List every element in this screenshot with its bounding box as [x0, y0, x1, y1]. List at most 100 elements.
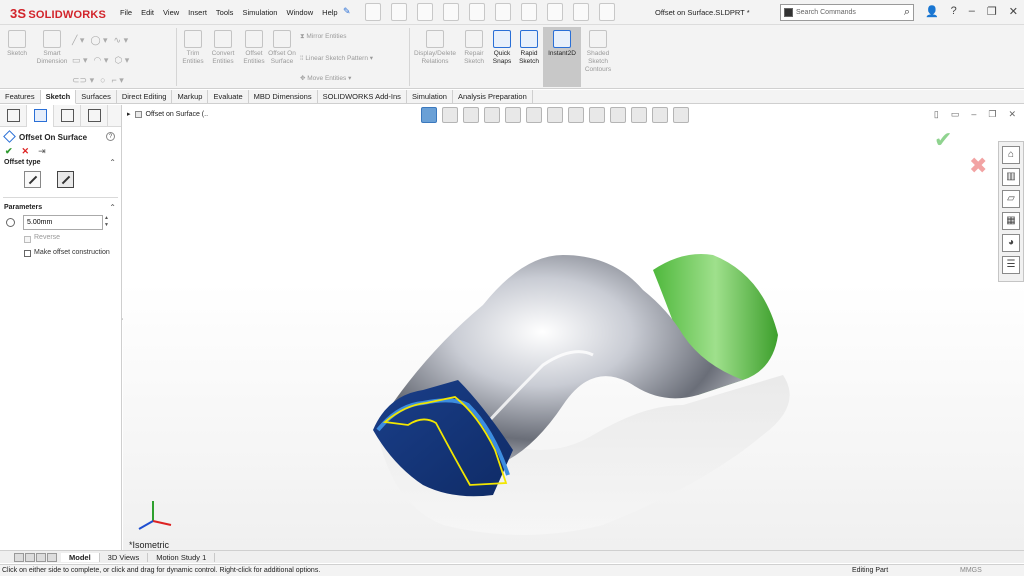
repair-sketch-button[interactable]: Repair Sketch — [461, 30, 487, 66]
tab-sketch[interactable]: Sketch — [40, 90, 77, 104]
spinner-icon[interactable]: ▲ ▼ — [104, 215, 109, 229]
options-gear-icon[interactable] — [599, 3, 615, 21]
menu-edit[interactable]: Edit — [141, 8, 154, 17]
tab-3d-views[interactable]: 3D Views — [100, 552, 149, 562]
polygon-icon[interactable]: ⬡ ▾ — [114, 55, 129, 66]
configuration-manager-tab[interactable] — [54, 105, 81, 127]
home-icon[interactable] — [365, 3, 381, 21]
rectangle-icon[interactable]: ▭ ▾ — [72, 55, 88, 66]
move-entities-button[interactable]: ✥ Move Entities ▾ — [300, 74, 351, 82]
offset-distance-input[interactable] — [23, 215, 103, 230]
custom-properties-icon[interactable]: ☰ — [1002, 256, 1020, 274]
undo-icon[interactable] — [495, 3, 511, 21]
menu-insert[interactable]: Insert — [188, 8, 207, 17]
arc-icon[interactable]: ◠ ▾ — [94, 55, 109, 66]
cancel-button[interactable]: ✕ — [22, 146, 30, 156]
close-icon[interactable]: ✕ — [1009, 5, 1018, 18]
design-library-icon[interactable]: ▥ — [1002, 168, 1020, 186]
next-tab-icon[interactable] — [36, 552, 46, 562]
view-palette-icon[interactable]: ▦ — [1002, 212, 1020, 230]
trim-entities-button[interactable]: Trim Entities — [179, 30, 207, 66]
minimize-icon[interactable]: – — [969, 5, 975, 18]
line-icon[interactable]: ╱ ▾ — [72, 35, 84, 46]
smart-dimension-button[interactable]: Smart Dimension — [34, 30, 70, 66]
collapse-icon[interactable]: ⌃ — [109, 158, 116, 167]
shaded-sketch-contours-button[interactable]: Shaded Sketch Contours — [582, 30, 614, 74]
rebuild-icon[interactable] — [547, 3, 563, 21]
restore-icon[interactable]: ❐ — [987, 5, 997, 18]
help-icon[interactable]: ? — [106, 132, 115, 141]
offset-on-surface-button[interactable]: Offset On Surface — [268, 30, 296, 66]
last-tab-icon[interactable] — [47, 552, 57, 562]
print-icon[interactable] — [469, 3, 485, 21]
prev-tab-icon[interactable] — [25, 552, 35, 562]
linear-sketch-pattern-button[interactable]: ⁞⁞ Linear Sketch Pattern ▾ — [300, 54, 373, 62]
property-manager-tab[interactable] — [27, 105, 54, 127]
file-explorer-icon[interactable]: ▱ — [1002, 190, 1020, 208]
centerline-icon[interactable]: ⌐ ▾ — [112, 75, 124, 86]
mirror-entities-button[interactable]: ⧗ Mirror Entities — [300, 33, 346, 41]
tab-solidworks-add-ins[interactable]: SOLIDWORKS Add-Ins — [318, 90, 407, 104]
display-delete-relations-button[interactable]: Display/Delete Relations — [412, 30, 458, 66]
tab-markup[interactable]: Markup — [172, 90, 209, 104]
menu-file[interactable]: File — [120, 8, 132, 17]
rapid-sketch-button[interactable]: Rapid Sketch — [516, 30, 542, 66]
reverse-checkbox-row[interactable]: Reverse — [0, 234, 121, 248]
offset-entities-button[interactable]: Offset Entities — [240, 30, 268, 66]
menu-view[interactable]: View — [163, 8, 179, 17]
spline-icon[interactable]: ∿ ▾ — [114, 35, 129, 46]
pin-menu-icon[interactable]: ✎ — [343, 6, 351, 17]
euclidean-offset-button[interactable] — [57, 171, 74, 188]
graphics-area[interactable]: ▸ Offset on Surface (.. ▯ ▭ – ❐ ✕ ✔ ✖ *I… — [123, 105, 1024, 550]
construction-checkbox-row[interactable]: Make offset construction — [0, 248, 121, 268]
tab-analysis-preparation[interactable]: Analysis Preparation — [453, 90, 533, 104]
menu-window[interactable]: Window — [286, 8, 313, 17]
reverse-checkbox[interactable] — [24, 236, 31, 243]
collapse-icon[interactable]: ⌃ — [109, 203, 116, 212]
select-icon[interactable] — [521, 3, 537, 21]
pushpin-icon[interactable]: ⇥ — [38, 146, 46, 156]
instant2d-button[interactable]: Instant2D — [543, 27, 581, 87]
point-icon[interactable]: ○ — [100, 75, 105, 85]
search-icon[interactable]: ⌕ — [904, 6, 910, 19]
open-icon[interactable] — [417, 3, 433, 21]
circle-icon[interactable]: ◯ ▾ — [90, 35, 107, 46]
tab-model[interactable]: Model — [61, 552, 100, 562]
file-properties-icon[interactable] — [573, 3, 589, 21]
tab-direct-editing[interactable]: Direct Editing — [117, 90, 173, 104]
save-icon[interactable] — [443, 3, 459, 21]
dimxpert-manager-tab[interactable] — [81, 105, 108, 127]
user-icon[interactable]: 👤 — [925, 5, 939, 18]
solidworks-logo[interactable]: 3S SOLIDWORKS — [10, 6, 106, 21]
tab-simulation[interactable]: Simulation — [407, 90, 453, 104]
ok-button[interactable]: ✔ — [5, 146, 13, 156]
tab-features[interactable]: Features — [0, 90, 41, 104]
menu-tools[interactable]: Tools — [216, 8, 234, 17]
convert-entities-button[interactable]: Convert Entities — [207, 30, 239, 66]
search-commands[interactable]: Search Commands ⌕ — [780, 4, 914, 21]
first-tab-icon[interactable] — [14, 552, 24, 562]
menu-help[interactable]: Help — [322, 8, 337, 17]
sketch-button[interactable]: Sketch — [4, 30, 30, 58]
search-input[interactable]: Search Commands — [796, 9, 856, 16]
tab-evaluate[interactable]: Evaluate — [208, 90, 249, 104]
command-manager-ribbon: Sketch Smart Dimension ╱ ▾ ◯ ▾ ∿ ▾ ▭ ▾ ◠ ▾ ⬡… — [0, 25, 1024, 89]
construction-checkbox[interactable] — [24, 250, 31, 257]
appearances-icon[interactable]: ◕ — [1002, 234, 1020, 252]
geodesic-offset-button[interactable] — [24, 171, 41, 188]
model-3d[interactable] — [123, 105, 1024, 550]
new-document-icon[interactable] — [391, 3, 407, 21]
tab-surfaces[interactable]: Surfaces — [76, 90, 117, 104]
feature-manager-tab[interactable] — [0, 105, 27, 127]
search-type-icon[interactable] — [784, 8, 793, 17]
quick-snaps-button[interactable]: Quick Snaps — [489, 30, 515, 66]
menu-simulation[interactable]: Simulation — [242, 8, 277, 17]
tab-motion-study[interactable]: Motion Study 1 — [148, 552, 216, 562]
slot-icon[interactable]: ⊂⊃ ▾ — [72, 75, 94, 86]
unit-system[interactable]: MMGS — [960, 567, 982, 574]
offset-type-group-header[interactable]: Offset type ⌃ — [0, 157, 121, 169]
help-icon[interactable]: ? — [951, 5, 957, 18]
tab-mbd-dimensions[interactable]: MBD Dimensions — [249, 90, 318, 104]
home-icon[interactable]: ⌂ — [1002, 146, 1020, 164]
parameters-group-header[interactable]: Parameters ⌃ — [0, 202, 121, 214]
